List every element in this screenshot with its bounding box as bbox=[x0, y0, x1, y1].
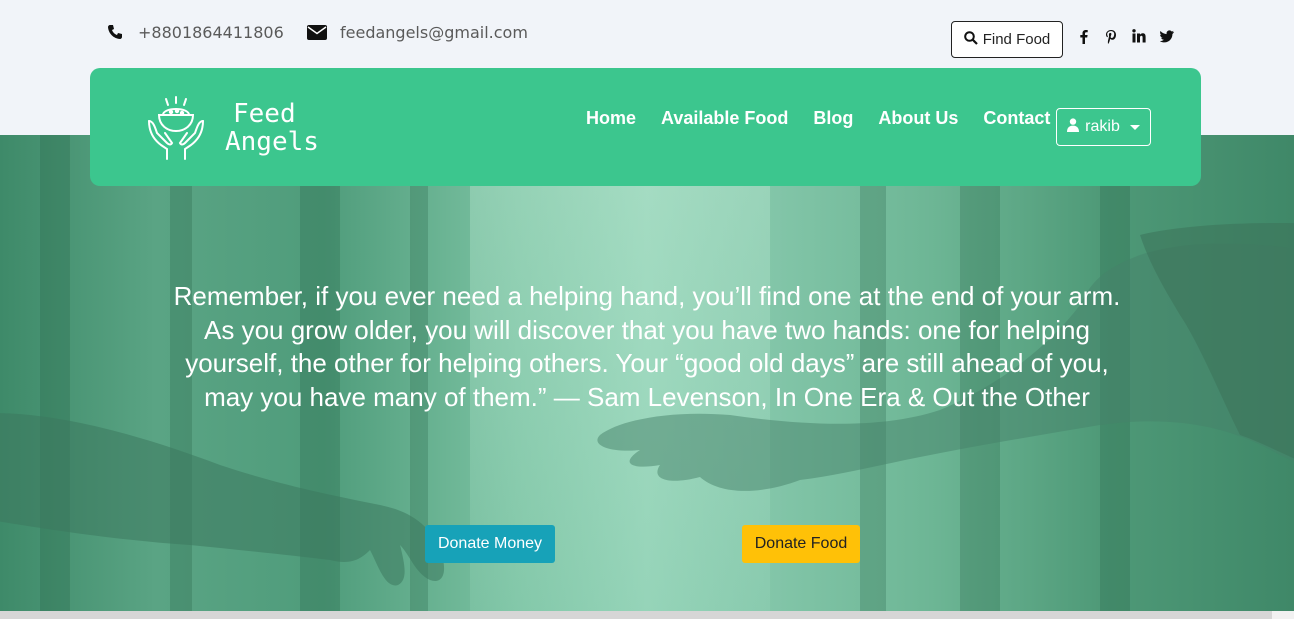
brand-line-2: Angels bbox=[225, 127, 319, 157]
quote-line: Remember, if you ever need a helping han… bbox=[173, 281, 1121, 311]
quote-line: As you grow older, you will discover tha… bbox=[204, 314, 1090, 345]
phone-icon bbox=[104, 22, 126, 42]
facebook-icon[interactable] bbox=[1076, 28, 1090, 44]
horizontal-scrollbar[interactable] bbox=[0, 611, 1294, 619]
find-food-button[interactable]: Find Food bbox=[951, 21, 1063, 58]
hands-bowl-icon bbox=[148, 96, 204, 160]
nav-home[interactable]: Home bbox=[586, 108, 636, 129]
pinterest-icon[interactable] bbox=[1104, 28, 1118, 44]
hero-section: Remember, if you ever need a helping han… bbox=[0, 135, 1294, 611]
social-links bbox=[1076, 28, 1174, 44]
brand-line-1: Feed bbox=[233, 99, 296, 129]
phone-contact: +8801864411806 bbox=[104, 22, 284, 42]
linkedin-icon[interactable] bbox=[1132, 28, 1146, 44]
nav-available-food[interactable]: Available Food bbox=[661, 108, 788, 129]
nav-contact[interactable]: Contact bbox=[983, 108, 1050, 129]
search-icon bbox=[963, 30, 978, 49]
user-icon bbox=[1067, 117, 1080, 137]
user-name: rakib bbox=[1085, 118, 1120, 135]
brand-name: Feed Angels bbox=[225, 100, 319, 156]
quote-line: yourself, the other for helping others. … bbox=[185, 348, 1109, 378]
twitter-icon[interactable] bbox=[1160, 28, 1174, 44]
user-menu-dropdown[interactable]: rakib bbox=[1056, 108, 1151, 146]
chevron-down-icon bbox=[1129, 124, 1140, 130]
find-food-label: Find Food bbox=[982, 31, 1051, 48]
quote-line: may you have many of them.” — Sam Levens… bbox=[204, 381, 1090, 412]
hero-quote: Remember, if you ever need a helping han… bbox=[120, 280, 1174, 414]
scrollbar-corner bbox=[1272, 611, 1294, 619]
envelope-icon bbox=[306, 22, 328, 42]
email-address: feedangels@gmail.com bbox=[340, 22, 528, 42]
phone-number: +8801864411806 bbox=[138, 22, 284, 42]
donate-food-button[interactable]: Donate Food bbox=[742, 525, 860, 563]
email-contact: feedangels@gmail.com bbox=[306, 22, 528, 42]
primary-nav: Home Available Food Blog About Us Contac… bbox=[586, 108, 1075, 129]
brand-logo[interactable]: Feed Angels bbox=[145, 95, 319, 161]
donate-money-button[interactable]: Donate Money bbox=[425, 525, 555, 563]
nav-about-us[interactable]: About Us bbox=[878, 108, 958, 129]
main-navbar: Feed Angels Home Available Food Blog Abo… bbox=[90, 68, 1201, 186]
nav-blog[interactable]: Blog bbox=[813, 108, 853, 129]
